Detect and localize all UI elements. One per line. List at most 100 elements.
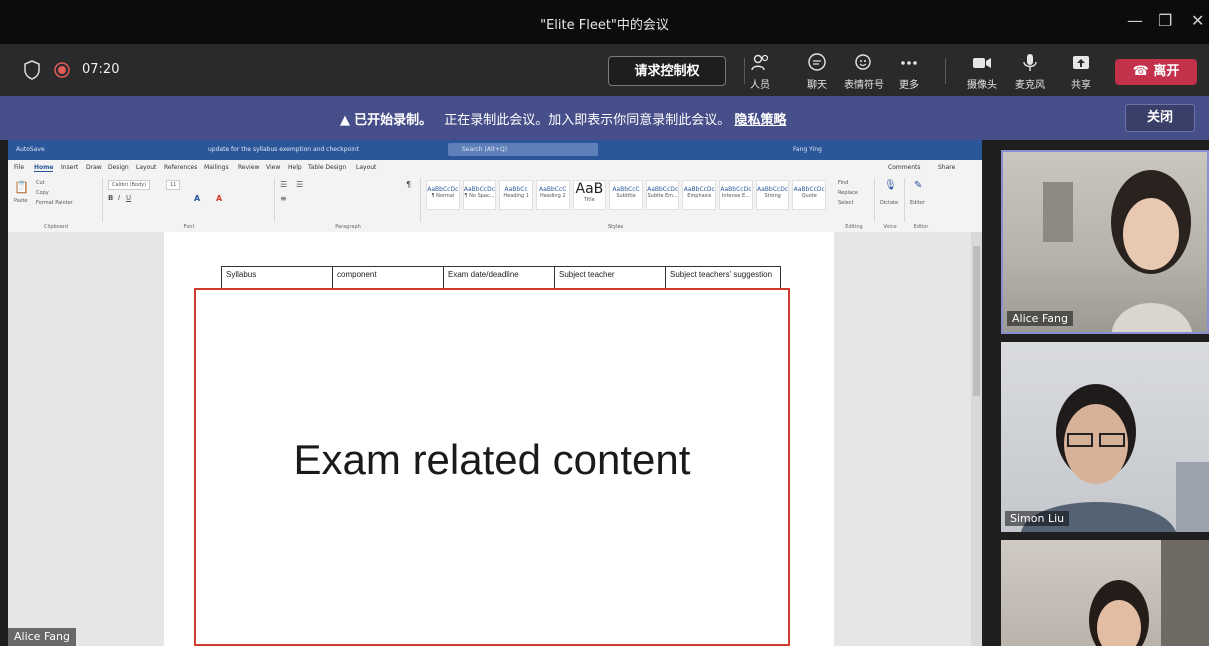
word-share-button[interactable]: Share [938,164,955,171]
more-button[interactable]: 更多 [882,52,936,91]
style-heading-1[interactable]: AaBbCc Heading 1 [499,180,533,210]
microphone-button[interactable]: 麦克风 [1003,52,1057,91]
bullets-icon[interactable]: ☰ [280,180,287,189]
text-effects-icon[interactable]: A [194,194,200,203]
menu-design[interactable]: Design [108,164,129,171]
menu-insert[interactable]: Insert [61,164,78,171]
vertical-scrollbar[interactable] [971,232,982,646]
share-icon [1073,56,1089,69]
paste-label: Paste [14,198,28,204]
style-preview: AaB [575,181,604,197]
close-banner-button[interactable]: 关闭 [1125,104,1195,132]
menu-home[interactable]: Home [34,164,54,172]
people-button[interactable]: 人员 [733,52,787,91]
align-left-icon[interactable]: ≡ [280,194,287,203]
privacy-policy-link[interactable]: 隐私策略 [734,113,786,128]
hang-up-icon: ☎ [1132,64,1149,79]
camera-label: 摄像头 [967,80,997,91]
recording-icon [54,62,70,78]
font-color-icon[interactable]: A [216,194,222,203]
style-name: Strong [764,193,781,199]
editor-icon[interactable]: ✎ [914,180,922,191]
recording-banner: ▲ 已开始录制。 正在录制此会议。加入即表示你同意录制此会议。 隐私策略 关闭 [0,96,1209,140]
style-title[interactable]: AaB Title [572,180,607,210]
participant-tile[interactable]: Simon Liu [1001,342,1209,532]
style-subtle-emphasis[interactable]: AaBbCcDc Subtle Em... [645,180,680,210]
style-heading-2[interactable]: AaBbCcC Heading 2 [535,180,570,210]
replace-button[interactable]: Replace [838,190,858,196]
leave-label: 离开 [1153,64,1180,79]
underline-icon[interactable]: U [126,194,131,202]
presenter-name-tag: Alice Fang [8,628,76,646]
table-row: Syllabus component Exam date/deadline Su… [221,266,781,290]
word-user-name: Fang Ying [793,146,822,153]
format-painter-button[interactable]: Format Painter [36,200,73,206]
table-header[interactable]: Syllabus [221,266,333,290]
meeting-timer: 07:20 [82,62,120,77]
window-title: "Elite Fleet"中的会议 [540,18,669,33]
style-intense-emphasis[interactable]: AaBbCcDc Intense E... [719,180,753,210]
menu-view[interactable]: View [266,164,280,171]
menu-review[interactable]: Review [238,164,259,171]
chat-button[interactable]: 聊天 [790,52,844,91]
comments-button[interactable]: Comments [888,164,921,171]
participant-tile[interactable]: Alice Fang [1001,150,1209,334]
table-header[interactable]: component [332,266,444,290]
close-window-icon[interactable]: ✕ [1191,12,1204,30]
style-normal[interactable]: AaBbCcDc ¶ Normal [426,180,460,210]
request-control-button[interactable]: 请求控制权 [608,56,726,86]
style-emphasis[interactable]: AaBbCcDc Emphasis [682,180,717,210]
menu-mailings[interactable]: Mailings [204,164,229,171]
word-search-box[interactable]: Search (Alt+Q) [448,143,598,156]
menu-table-layout[interactable]: Layout [356,164,376,171]
maximize-icon[interactable]: ❐ [1158,12,1172,30]
window-title-bar: "Elite Fleet"中的会议 — ❐ ✕ [0,0,1209,44]
autosave-toggle[interactable]: AutoSave [16,146,45,153]
font-family-select[interactable]: Calibri (Body) [108,180,151,190]
cut-button[interactable]: Cut [36,180,45,186]
participant-video [1043,170,1192,332]
camera-button[interactable]: 摄像头 [955,52,1009,91]
menu-table-design[interactable]: Table Design [308,164,346,171]
copy-button[interactable]: Copy [36,190,49,196]
menu-layout[interactable]: Layout [136,164,156,171]
style-preview: AaBbCc [504,186,528,193]
italic-icon[interactable]: I [118,194,120,202]
style-subtitle[interactable]: AaBbCcC Subtitle [609,180,643,210]
dictate-icon[interactable]: 🎙 [884,180,897,191]
menu-references[interactable]: References [164,164,197,171]
share-button[interactable]: 共享 [1054,52,1108,91]
clipboard-group-label: Clipboard [44,224,68,230]
paragraph-group-label: Paragraph [335,224,361,230]
style-quote[interactable]: AaBbCcDc Quote [792,180,827,210]
people-icon [751,54,769,71]
minimize-icon[interactable]: — [1127,12,1143,30]
leave-button[interactable]: ☎ 离开 [1115,59,1197,85]
menu-draw[interactable]: Draw [86,164,102,171]
scrollbar-thumb[interactable] [973,246,980,396]
banner-message: ▲ 已开始录制。 正在录制此会议。加入即表示你同意录制此会议。 隐私策略 [340,109,786,128]
style-preview: AaBbCcDc [720,186,752,193]
pilcrow-icon[interactable]: ¶ [406,180,411,189]
editor-group: ✎ Editor Editor [906,178,936,230]
bold-icon[interactable]: B [108,194,113,202]
select-button[interactable]: Select [838,200,853,206]
menu-file[interactable]: File [14,164,24,171]
style-strong[interactable]: AaBbCcDc Strong [755,180,790,210]
menu-help[interactable]: Help [288,164,302,171]
table-header[interactable]: Exam date/deadline [443,266,555,290]
style-name: Heading 2 [539,193,566,199]
numbering-icon[interactable]: ☰ [296,180,303,189]
paste-icon[interactable]: 📋 [14,180,29,194]
participant-name: Alice Fang [1007,311,1073,326]
style-preview: AaBbCcDc [793,186,825,193]
word-title-bar: AutoSave update for the syllabus exempti… [8,140,982,160]
font-size-select[interactable]: 11 [166,180,181,190]
shield-icon[interactable] [24,60,40,80]
paragraph-group: ☰ ☰ ¶ ≡ Paragraph [276,178,421,230]
style-no-spacing[interactable]: AaBbCcDc ¶ No Spac... [462,180,497,210]
participant-tile[interactable] [1001,540,1209,646]
find-button[interactable]: Find [838,180,848,186]
table-header[interactable]: Subject teacher [554,266,666,290]
table-header[interactable]: Subject teachers' suggestion [665,266,781,290]
